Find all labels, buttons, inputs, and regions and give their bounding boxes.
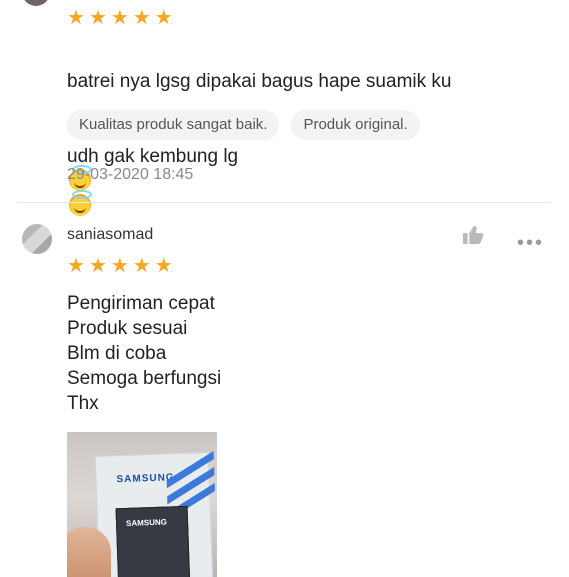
star-icon: ★ (88, 255, 107, 277)
star-icon: ★ (154, 255, 173, 277)
star-icon: ★ (88, 7, 107, 29)
tag-original: Produk original. (291, 110, 420, 140)
hand-finger (67, 527, 111, 577)
review1-timestamp: 29-03-2020 18:45 (67, 166, 194, 183)
battery-label: SAMSUNG (125, 517, 168, 528)
tag-quality: Kualitas produk sangat baik. (67, 110, 280, 140)
star-icon: ★ (67, 255, 85, 277)
smiling-face-with-halo-icon (69, 190, 92, 216)
review1-stars: ★ ★ ★ ★ ★ (67, 8, 173, 28)
star-icon: ★ (154, 7, 173, 29)
review-photo[interactable]: SAMSUNG SAMSUNG (67, 432, 217, 577)
star-icon: ★ (132, 7, 151, 29)
review1-text-line2-content: udh gak kembung lg (67, 146, 239, 167)
star-icon: ★ (132, 255, 151, 277)
review1-tags: Kualitas produk sangat baik. Produk orig… (67, 110, 420, 140)
star-icon: ★ (110, 255, 129, 277)
battery-image: SAMSUNG (115, 505, 191, 577)
review1-text: batrei nya lgsg dipakai bagus hape suami… (67, 44, 451, 244)
thumbs-up-icon[interactable] (462, 225, 484, 245)
star-icon: ★ (67, 7, 85, 29)
previous-reviewer-avatar[interactable] (22, 0, 50, 6)
review2-text: Pengiriman cepat Produk sesuai Blm di co… (67, 293, 222, 414)
review1-text-line1: batrei nya lgsg dipakai bagus hape suami… (67, 71, 452, 92)
review-divider (18, 202, 551, 203)
star-icon: ★ (110, 7, 129, 29)
reviewer-username[interactable]: saniasomad (67, 226, 153, 244)
review2-stars: ★ ★ ★ ★ ★ (67, 256, 173, 276)
battery-packet: SAMSUNG SAMSUNG (94, 451, 215, 577)
more-options-icon[interactable]: ••• (517, 232, 544, 255)
reviewer-avatar[interactable] (22, 224, 52, 254)
